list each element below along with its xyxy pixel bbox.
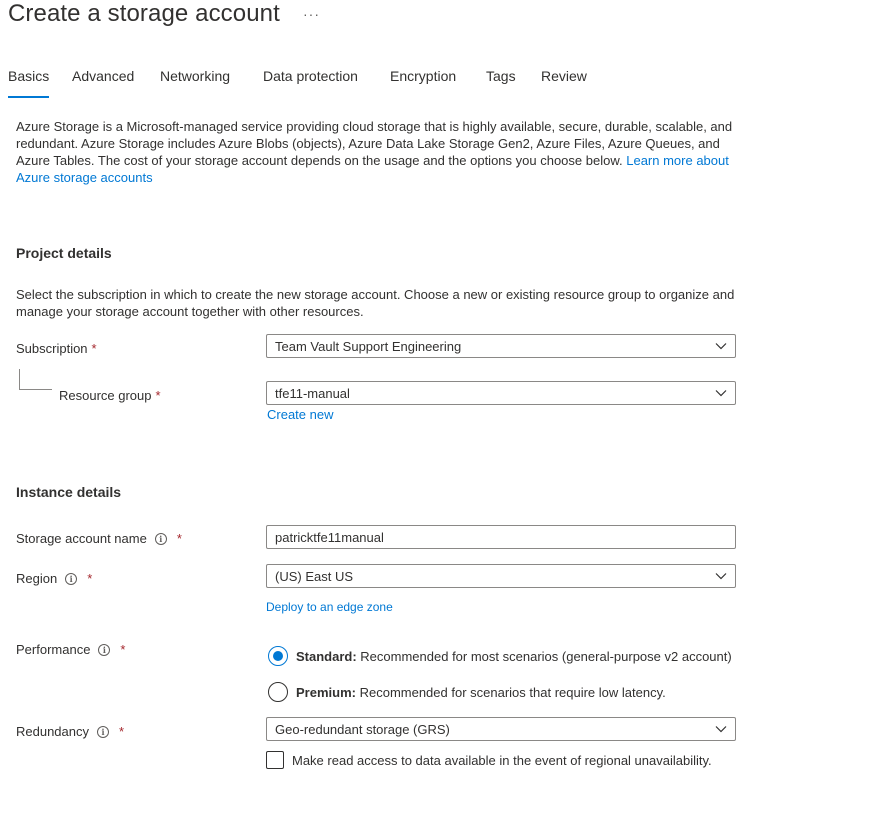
tab-basics[interactable]: Basics [8,68,50,98]
required-marker: * [91,341,97,356]
tab-label: Review [541,68,587,84]
info-icon[interactable]: i [98,643,111,656]
dropdown-value: tfe11-manual [275,385,350,401]
resource-group-dropdown[interactable]: tfe11-manual [266,381,736,405]
redundancy-dropdown[interactable]: Geo-redundant storage (GRS) [266,717,736,741]
active-tab-indicator [8,96,50,98]
performance-premium-label[interactable]: Premium: Recommended for scenarios that … [296,685,666,700]
tab-label: Advanced [72,68,135,84]
tab-data-protection[interactable]: Data protection [263,68,358,98]
tab-label: Encryption [390,68,457,84]
read-access-checkbox[interactable] [266,751,284,769]
tree-connector [19,369,52,390]
input-value: patricktfe11manual [275,529,384,545]
option-description: Recommended for scenarios that require l… [359,685,666,700]
tab-label: Networking [160,68,231,84]
info-icon[interactable]: i [154,532,167,545]
performance-premium-radio[interactable] [268,682,288,702]
page-title: Create a storage account [8,0,280,27]
intro-text: Azure Storage is a Microsoft-managed ser… [16,118,736,186]
label-text: Resource group [59,388,152,403]
subscription-label: Subscription * [16,341,97,356]
label-text: Subscription [16,341,88,356]
region-label: Region i * [16,571,92,586]
storage-account-name-input[interactable]: patricktfe11manual [266,525,736,549]
required-marker: * [155,388,161,403]
resource-group-label: Resource group * [59,388,161,403]
tab-review[interactable]: Review [541,68,587,98]
required-marker: * [120,642,126,657]
project-details-title: Project details [16,245,112,261]
tab-networking[interactable]: Networking [160,68,230,98]
tab-label: Data protection [263,68,358,84]
chevron-down-icon [715,390,727,397]
intro-body: Azure Storage is a Microsoft-managed ser… [16,119,733,168]
performance-standard-label[interactable]: Standard: Recommended for most scenarios… [296,649,732,664]
required-marker: * [176,531,182,546]
read-access-label[interactable]: Make read access to data available in th… [292,753,712,768]
info-icon[interactable]: i [97,725,109,738]
required-marker: * [87,571,93,586]
subscription-dropdown[interactable]: Team Vault Support Engineering [266,334,736,358]
instance-details-title: Instance details [16,484,122,500]
chevron-down-icon [715,573,727,580]
label-text: Performance [16,642,91,657]
redundancy-label: Redundancy i * [16,724,124,739]
info-icon[interactable]: i [65,572,78,585]
dropdown-value: Geo-redundant storage (GRS) [275,721,450,737]
region-dropdown[interactable]: (US) East US [266,564,736,588]
performance-standard-radio[interactable] [268,646,288,666]
tab-tags[interactable]: Tags [486,68,516,98]
option-description: Recommended for most scenarios (general-… [360,649,732,664]
storage-account-name-label: Storage account name i * [16,531,182,546]
tab-advanced[interactable]: Advanced [72,68,134,98]
dropdown-value: Team Vault Support Engineering [275,338,462,354]
tab-label: Basics [8,68,50,84]
label-text: Redundancy [16,724,89,739]
tab-label: Tags [486,68,516,84]
dropdown-value: (US) East US [275,568,354,584]
required-marker: * [119,724,125,739]
performance-label: Performance i * [16,642,125,657]
label-text: Region [16,571,58,586]
chevron-down-icon [715,343,727,350]
chevron-down-icon [715,726,727,733]
option-title: Premium: [296,685,356,700]
create-new-link[interactable]: Create new [267,407,333,422]
deploy-edge-zone-link[interactable]: Deploy to an edge zone [266,600,393,614]
project-details-description: Select the subscription in which to crea… [16,287,735,319]
label-text: Storage account name [16,531,147,546]
option-title: Standard: [296,649,357,664]
more-options-icon[interactable]: ··· [303,6,320,22]
tab-encryption[interactable]: Encryption [390,68,456,98]
